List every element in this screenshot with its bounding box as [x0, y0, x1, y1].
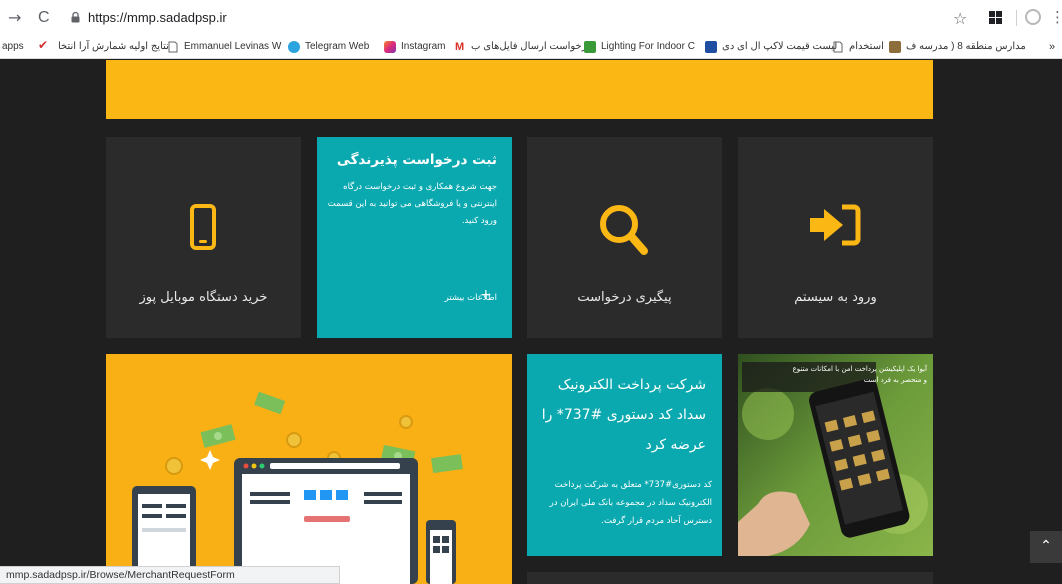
- plus-icon[interactable]: +: [480, 287, 492, 303]
- telegram-icon: [288, 41, 300, 53]
- ussd-description: کد دستوری#737* متعلق به شرکت پرداخت الکت…: [549, 480, 712, 526]
- link-status-bar: mmp.sadadpsp.ir/Browse/MerchantRequestFo…: [0, 566, 340, 584]
- bookmark-apps[interactable]: apps: [2, 40, 24, 54]
- toolbar-separator: [1016, 10, 1017, 26]
- ussd-title: شرکت پرداخت الکترونیک سداد کد دستوری #73…: [541, 377, 706, 453]
- scroll-to-top-button[interactable]: ⌃: [1030, 531, 1062, 563]
- bookmark-levinas[interactable]: Emmanuel Levinas W: [184, 40, 281, 54]
- promo-ussd-code[interactable]: شرکت پرداخت الکترونیک سداد کد دستوری #73…: [527, 354, 722, 556]
- bookmark-green-icon: [584, 41, 596, 53]
- bookmark-led-prices[interactable]: لیست قیمت لاکپ ال ای دی: [722, 40, 837, 54]
- tile-label: پیگیری درخواست: [577, 290, 672, 305]
- tile-buy-mobile-pos[interactable]: خرید دستگاه موبایل پوز: [106, 137, 301, 338]
- lock-icon: [71, 12, 80, 23]
- bookmark-lighting[interactable]: Lighting For Indoor C: [601, 40, 695, 54]
- login-arrow-icon: [810, 204, 861, 246]
- gmail-icon: M: [455, 41, 465, 53]
- app-caption: آیوا یک اپلیکیشن پرداخت امن با امکانات م…: [792, 365, 927, 384]
- bookmark-telegram[interactable]: Telegram Web: [305, 40, 369, 54]
- bookmark-hiring[interactable]: استخدام: [849, 40, 884, 54]
- reload-button[interactable]: C: [38, 9, 50, 27]
- register-description: جهت شروع همکاری و ثبت درخواست درگاه اینت…: [327, 182, 497, 226]
- search-icon: [600, 205, 648, 255]
- bookmark-image-icon: [889, 41, 901, 53]
- bookmark-blue-icon: [705, 41, 717, 53]
- mobile-phone-icon: [190, 204, 216, 250]
- tile-register-request[interactable]: ثبت درخواست پذیرندگی جهت شروع همکاری و ث…: [317, 137, 512, 338]
- browser-menu-icon[interactable]: ⋮: [1050, 8, 1062, 26]
- instagram-icon: [384, 41, 396, 53]
- bookmarks-overflow-button[interactable]: »: [1049, 40, 1055, 54]
- bookmark-instagram[interactable]: Instagram: [401, 40, 445, 54]
- bookmarks-bar: apps ✔ نتایج اولیه شمارش آرا انتخا Emman…: [0, 36, 1062, 59]
- back-button[interactable]: →: [8, 9, 21, 27]
- tile-login[interactable]: ورود به سیستم: [738, 137, 933, 338]
- hero-banner: [106, 60, 933, 119]
- tile-label: خرید دستگاه موبایل پوز: [139, 290, 268, 305]
- page-icon: [168, 41, 178, 53]
- tile-request-tracking[interactable]: پیگیری درخواست: [527, 137, 722, 338]
- tile-label: ورود به سیستم: [794, 290, 877, 305]
- page-content: خرید دستگاه موبایل پوز ثبت درخواست پذیرن…: [0, 60, 1062, 584]
- promo-illustration[interactable]: [106, 354, 512, 584]
- checkmark-icon: ✔: [38, 38, 49, 52]
- extension-icon[interactable]: [989, 11, 1002, 24]
- bookmark-schools[interactable]: مدارس منطقه 8 ( مدرسه ف: [906, 40, 1026, 54]
- promo-app[interactable]: آیوا یک اپلیکیشن پرداخت امن با امکانات م…: [738, 354, 933, 556]
- bookmark-file-request[interactable]: درخواست ارسال فایل‌های ب: [471, 40, 591, 54]
- devices-illustration: [132, 391, 463, 584]
- register-title: ثبت درخواست پذیرندگی: [336, 152, 497, 168]
- page-icon: [833, 41, 843, 53]
- profile-icon[interactable]: [1025, 9, 1041, 25]
- bookmark-star-icon[interactable]: ☆: [953, 9, 967, 28]
- address-bar[interactable]: https://mmp.sadadpsp.ir: [88, 10, 227, 25]
- next-section-tile: [527, 572, 933, 584]
- bookmark-election[interactable]: نتایج اولیه شمارش آرا انتخا: [58, 40, 169, 54]
- browser-toolbar: → C https://mmp.sadadpsp.ir ☆ ⋮: [0, 0, 1062, 36]
